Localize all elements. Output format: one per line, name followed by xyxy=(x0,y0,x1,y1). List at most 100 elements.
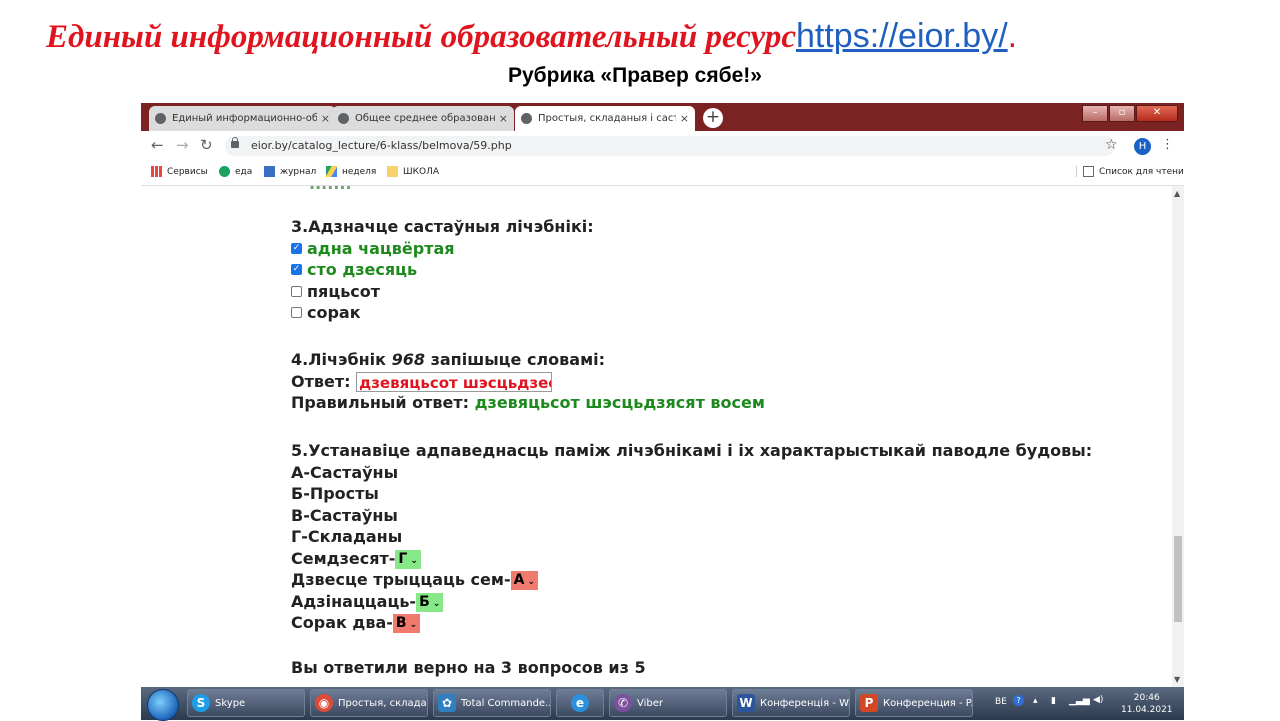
answer-input[interactable]: дзевяцьсот шэсцьдзесят xyxy=(356,372,553,392)
tab-current-lesson[interactable]: Простыя, складаныя і састаўны × xyxy=(515,106,695,131)
question-4: 4.Лічэбнік 968 запішыце словамі: Ответ: … xyxy=(291,349,765,414)
checkbox-unchecked-icon[interactable] xyxy=(291,285,302,297)
volume-icon[interactable]: ◀) xyxy=(1093,695,1103,705)
match-select[interactable]: Б ⌄ xyxy=(416,592,444,612)
checkbox-checked-icon[interactable]: ✓ xyxy=(291,242,302,254)
type-option: Б-Просты xyxy=(291,484,379,503)
skype-icon: S xyxy=(192,694,210,712)
drive-icon xyxy=(326,166,337,177)
start-button[interactable] xyxy=(147,689,179,721)
maximize-icon[interactable]: ▫ xyxy=(1109,105,1135,122)
slide-title: Единый информационный образовательный ре… xyxy=(46,14,1017,59)
taskbar-item-viber[interactable]: ✆ Viber xyxy=(609,689,727,717)
bookmark-services[interactable]: Сервисы xyxy=(151,166,208,177)
slide-title-dot: . xyxy=(1007,17,1018,55)
match-select[interactable]: А ⌄ xyxy=(510,571,538,590)
checkbox-checked-icon[interactable]: ✓ xyxy=(291,264,302,276)
taskbar-item-chrome[interactable]: ◉ Простыя, склада... xyxy=(310,689,428,717)
language-indicator[interactable]: BE xyxy=(995,697,1007,707)
scroll-up-icon[interactable]: ▲ xyxy=(1174,189,1180,198)
taskbar-item-skype[interactable]: S Skype xyxy=(187,689,305,717)
tab-general-education[interactable]: Общее среднее образование × xyxy=(332,106,514,131)
food-icon xyxy=(219,166,230,177)
close-window-icon[interactable]: ✕ xyxy=(1136,105,1178,122)
taskbar-item-label: Простыя, склада... xyxy=(338,697,428,709)
correct-answer-label: Правильный ответ: xyxy=(291,393,475,412)
reading-list[interactable]: Список для чтения xyxy=(1076,166,1184,177)
back-arrow-icon[interactable]: ← xyxy=(151,136,164,154)
type-option: А-Састаўны xyxy=(291,462,399,482)
help-icon[interactable]: ? xyxy=(1013,695,1024,706)
close-tab-icon[interactable]: × xyxy=(499,112,508,125)
word-icon: W xyxy=(737,694,755,712)
address-bar[interactable]: eior.by/catalog_lecture/6-klass/belmova/… xyxy=(225,136,1115,156)
match-row: Адзінаццаць- Б ⌄ xyxy=(291,591,1092,613)
bookmark-journal[interactable]: журнал xyxy=(264,166,316,177)
reload-icon[interactable]: ↻ xyxy=(200,136,213,154)
match-select[interactable]: В ⌄ xyxy=(392,614,421,633)
match-row: Сорак два- В ⌄ xyxy=(291,612,1092,634)
question-5-title: 5.Устанавіце адпаведнасць паміж лічэбнік… xyxy=(291,441,1093,460)
taskbar-item-total-commander[interactable]: ✿ Total Commande... xyxy=(433,689,551,717)
slide-title-text: Единый информационный образовательный ре… xyxy=(46,19,796,55)
network-signal-icon[interactable]: ▁▃▅ xyxy=(1069,696,1090,706)
minimize-icon[interactable]: – xyxy=(1082,105,1108,122)
bookmark-label: неделя xyxy=(342,166,377,177)
window-controls: – ▫ ✕ xyxy=(1081,105,1178,122)
new-tab-button[interactable]: + xyxy=(703,108,723,128)
taskbar-item-internet-explorer[interactable]: e xyxy=(556,689,604,717)
powerpoint-icon: P xyxy=(860,694,878,712)
option-checkbox[interactable]: сорак xyxy=(291,302,594,324)
type-option: В-Састаўны xyxy=(291,505,398,525)
tab-label: Простыя, складаныя і састаўны xyxy=(538,113,676,124)
match-select-value: А xyxy=(513,572,525,588)
forward-arrow-icon[interactable]: → xyxy=(176,136,189,154)
match-select[interactable]: Г ⌄ xyxy=(395,549,421,569)
option-label: сорак xyxy=(307,303,361,322)
close-tab-icon[interactable]: × xyxy=(680,112,689,125)
chevron-down-icon: ⌄ xyxy=(410,555,418,566)
apps-grid-icon xyxy=(151,166,162,177)
option-checkbox[interactable]: ✓ адна чацвёртая xyxy=(291,238,594,260)
bookmark-label: еда xyxy=(235,166,253,177)
eior-link[interactable]: https://eior.by/ xyxy=(796,17,1008,55)
show-hidden-icons-icon[interactable]: ▴ xyxy=(1033,696,1038,706)
device-icon[interactable]: ▮ xyxy=(1051,696,1056,706)
taskbar-item-label: Skype xyxy=(215,697,246,709)
checkbox-unchecked-icon[interactable] xyxy=(291,307,302,319)
bookmark-food[interactable]: еда xyxy=(219,166,252,177)
chevron-down-icon: ⌄ xyxy=(527,577,535,587)
match-label: Дзвесце трыццаць сем- xyxy=(291,570,511,589)
taskbar-item-powerpoint[interactable]: P Конференция - P... xyxy=(855,689,973,717)
bookmark-school[interactable]: ШКОЛА xyxy=(387,166,439,177)
option-checkbox[interactable]: ✓ сто дзесяць xyxy=(291,259,594,281)
answer-row: Ответ: дзевяцьсот шэсцьдзесят xyxy=(291,371,765,392)
scrollbar-thumb[interactable] xyxy=(1174,536,1182,622)
match-row: Дзвесце трыццаць сем- А ⌄ xyxy=(291,569,1092,591)
scroll-down-icon[interactable]: ▼ xyxy=(1174,675,1180,684)
type-option: Г-Складаны xyxy=(291,527,403,546)
tab-label: Единый информационно-образ xyxy=(172,113,317,124)
journal-icon xyxy=(264,166,275,177)
lock-icon xyxy=(231,137,239,148)
browser-window: Единый информационно-образ × Общее средн… xyxy=(141,103,1184,687)
chrome-icon: ◉ xyxy=(315,694,333,712)
bookmark-week[interactable]: неделя xyxy=(326,166,376,177)
clock[interactable]: 20:46 11.04.2021 xyxy=(1121,692,1173,716)
taskbar-item-label: Конференция - P... xyxy=(883,697,973,709)
option-label: пяцьсот xyxy=(307,281,381,301)
profile-avatar[interactable]: Н xyxy=(1134,138,1151,155)
option-checkbox[interactable]: пяцьсот xyxy=(291,281,594,303)
reading-list-label: Список для чтения xyxy=(1099,166,1184,177)
reading-list-icon xyxy=(1083,166,1094,177)
page-scrollbar[interactable]: ▲ ▼ xyxy=(1172,186,1184,687)
taskbar-item-word[interactable]: W Конференція - W... xyxy=(732,689,850,717)
question-4-title: 4.Лічэбнік 968 запішыце словамі: xyxy=(291,349,765,371)
menu-kebab-icon[interactable]: ⋮ xyxy=(1161,137,1174,152)
close-tab-icon[interactable]: × xyxy=(321,112,330,125)
tab-label: Общее среднее образование xyxy=(355,113,495,124)
tab-eior-main[interactable]: Единый информационно-образ × xyxy=(149,106,336,131)
bookmark-label: Сервисы xyxy=(167,166,208,177)
option-label: адна чацвёртая xyxy=(307,238,455,258)
bookmark-star-icon[interactable]: ☆ xyxy=(1105,137,1118,153)
